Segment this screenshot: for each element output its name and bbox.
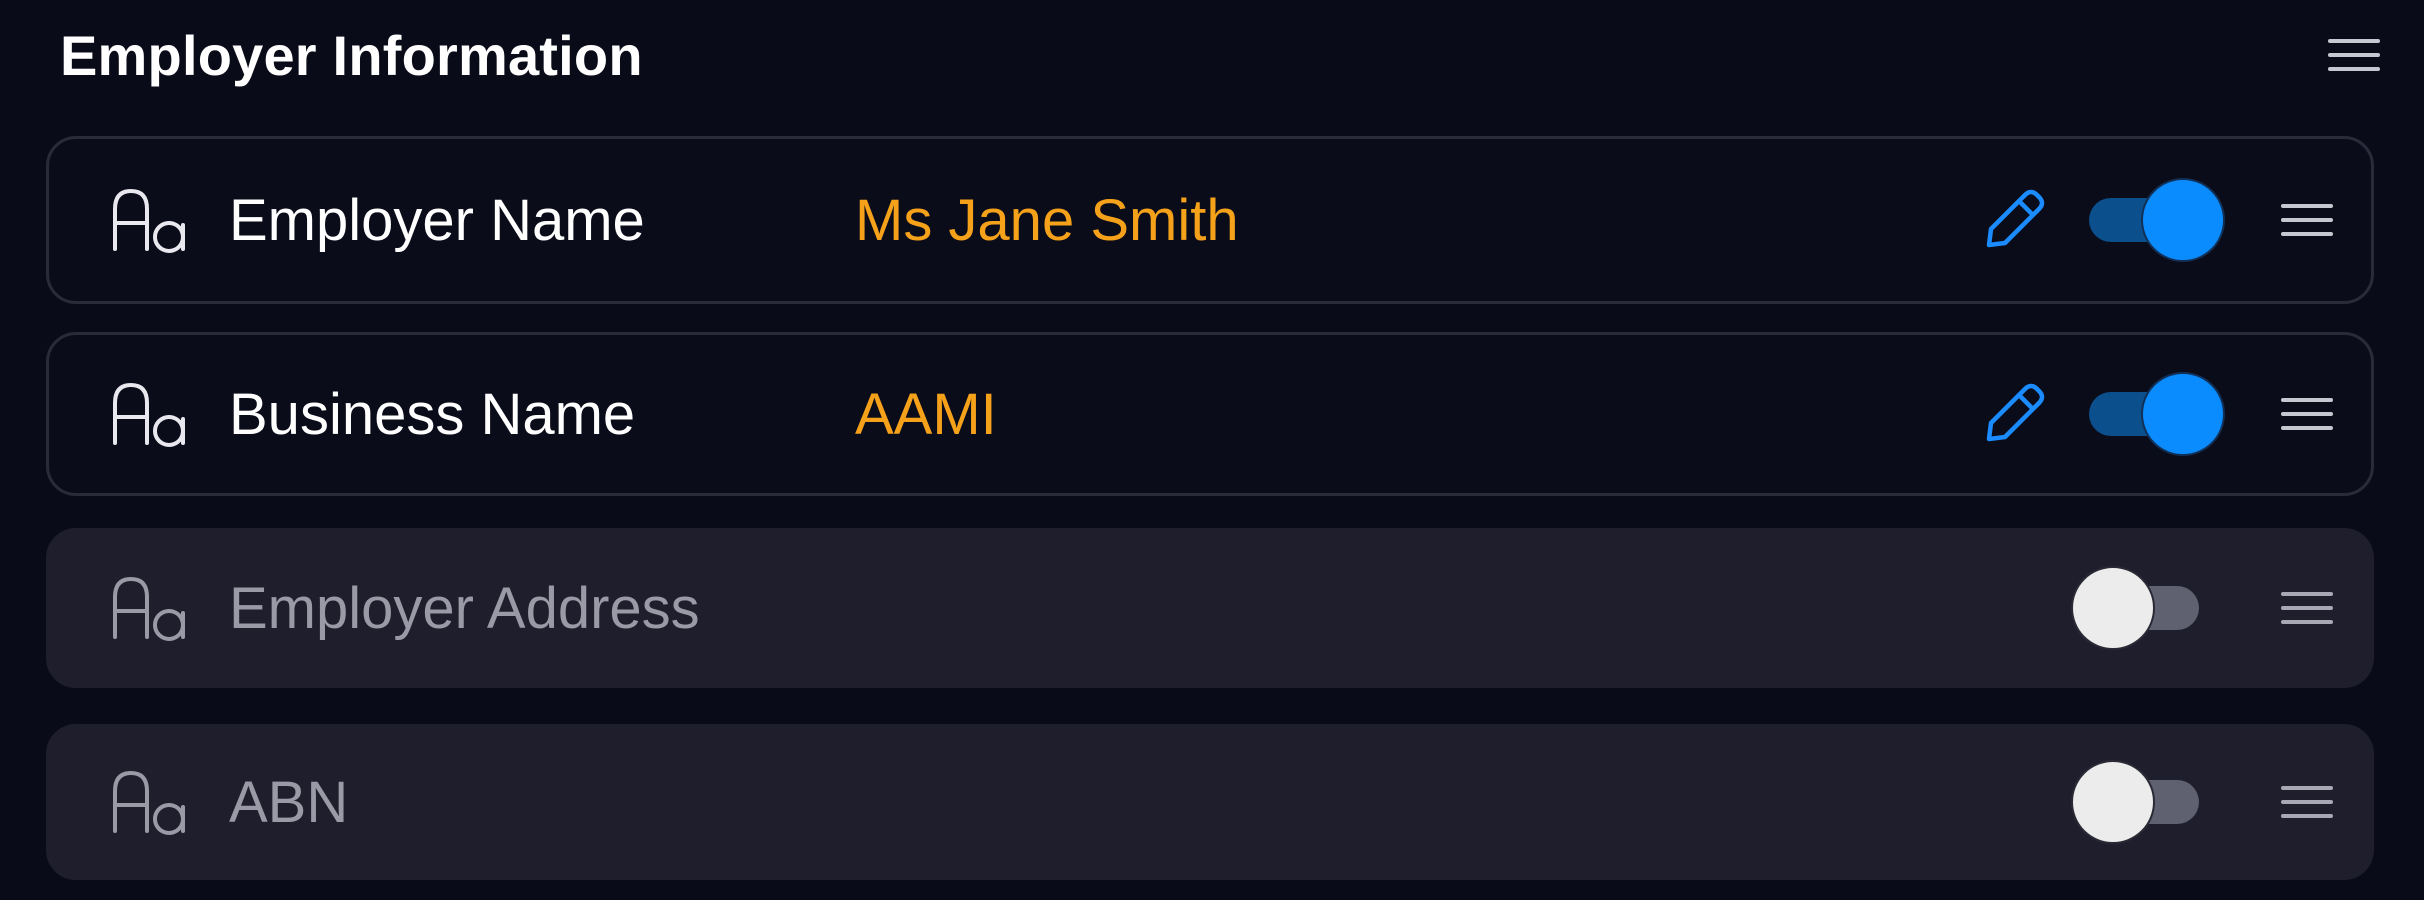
field-toggle-switch[interactable] <box>2071 566 2203 650</box>
row-drag-handle-icon[interactable] <box>2281 786 2333 818</box>
field-label: ABN <box>229 769 349 835</box>
row-drag-handle-icon[interactable] <box>2281 204 2333 236</box>
text-type-icon <box>113 576 185 641</box>
field-label: Employer Name <box>229 187 645 253</box>
field-row-business-name: Business Name AAMI <box>46 332 2374 496</box>
text-type-icon <box>113 188 185 253</box>
field-toggle-switch[interactable] <box>2071 760 2203 844</box>
pencil-icon[interactable] <box>1979 379 2049 449</box>
text-type-icon <box>113 382 185 447</box>
section-header: Employer Information <box>60 0 2380 110</box>
field-value: AAMI <box>855 381 997 447</box>
section-drag-handle-icon[interactable] <box>2328 39 2380 71</box>
field-row-abn: ABN <box>46 724 2374 880</box>
field-toggle-switch[interactable] <box>2089 372 2225 456</box>
field-row-employer-name: Employer Name Ms Jane Smith <box>46 136 2374 304</box>
section-title: Employer Information <box>60 23 643 87</box>
field-row-employer-address: Employer Address <box>46 528 2374 688</box>
field-label: Employer Address <box>229 575 700 641</box>
field-label: Business Name <box>229 381 636 447</box>
field-value: Ms Jane Smith <box>855 187 1239 253</box>
field-toggle-switch[interactable] <box>2089 178 2225 262</box>
row-drag-handle-icon[interactable] <box>2281 592 2333 624</box>
text-type-icon <box>113 770 185 835</box>
row-drag-handle-icon[interactable] <box>2281 398 2333 430</box>
pencil-icon[interactable] <box>1979 185 2049 255</box>
